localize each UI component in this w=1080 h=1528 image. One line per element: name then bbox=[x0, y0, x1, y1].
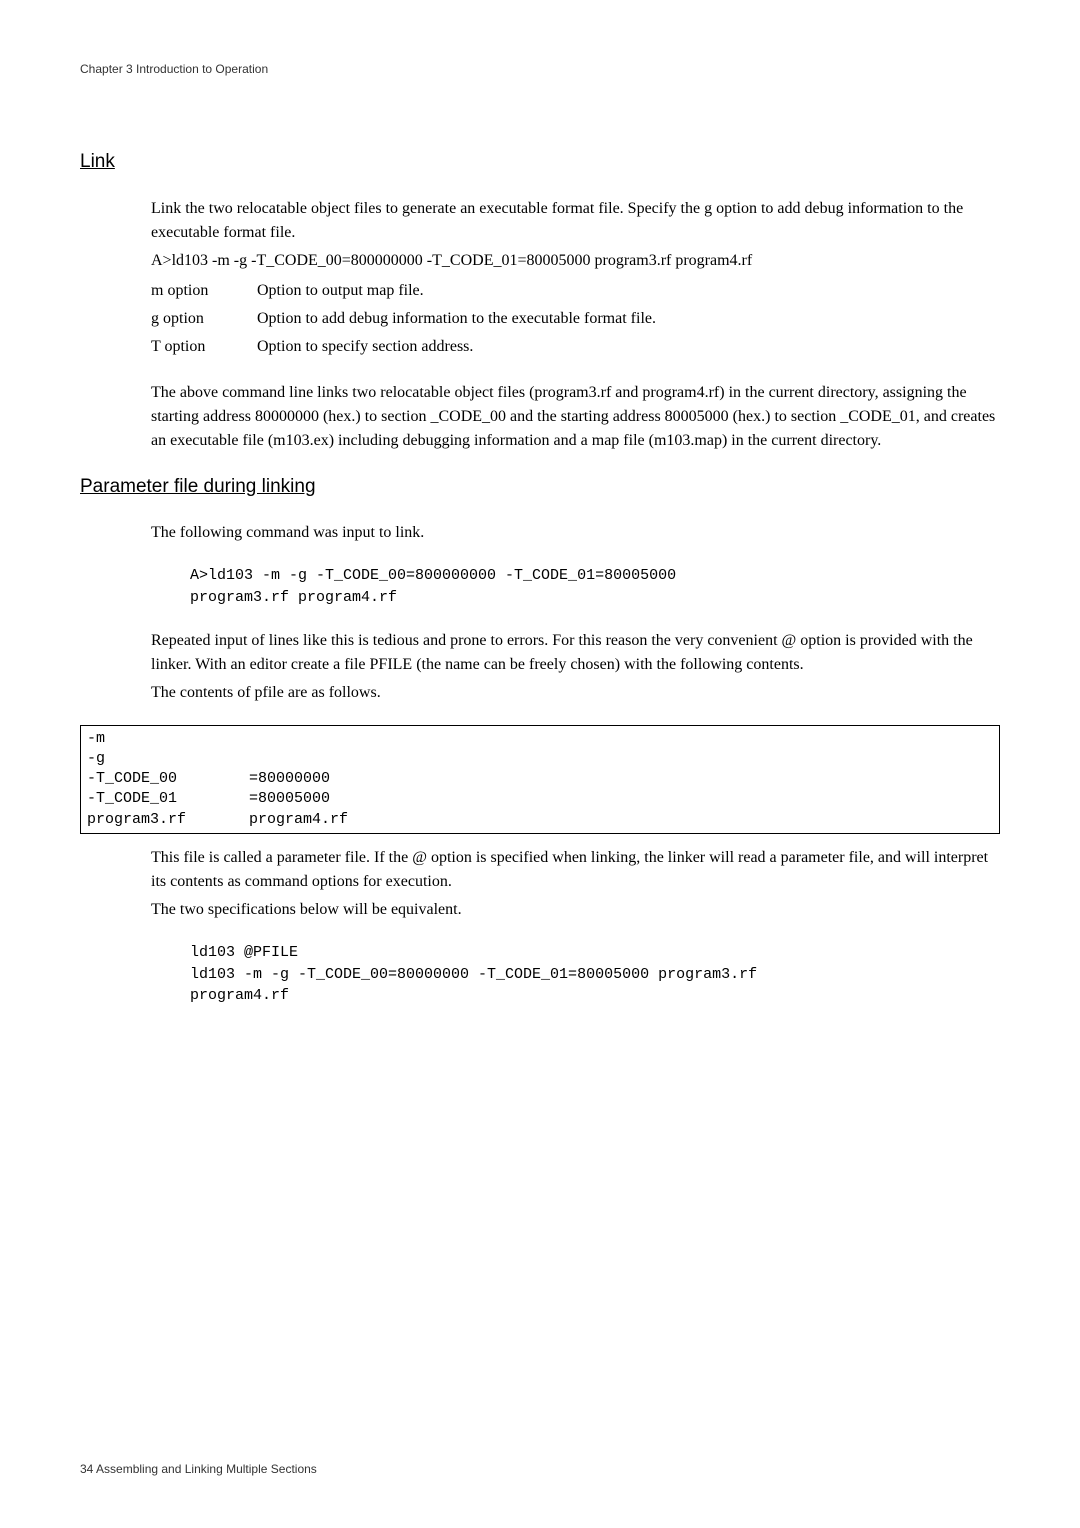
link-intro-block: Link the two relocatable object files to… bbox=[151, 197, 1000, 361]
option-g-name: g option bbox=[151, 305, 257, 333]
link-command-text: A>ld103 -m -g -T_CODE_00=800000000 -T_CO… bbox=[151, 249, 1000, 273]
link-section-title: Link bbox=[80, 148, 1000, 177]
link-intro-text: Link the two relocatable object files to… bbox=[151, 197, 1000, 245]
pfile-contents-box: -m -g -T_CODE_00 =80000000 -T_CODE_01 =8… bbox=[80, 725, 1000, 834]
paramfile-section-title: Parameter file during linking bbox=[80, 473, 1000, 502]
pf-para3: The contents of pfile are as follows. bbox=[151, 681, 1000, 705]
option-row-t: T option Option to specify section addre… bbox=[151, 333, 656, 361]
link-explanation: The above command line links two relocat… bbox=[151, 381, 1000, 453]
option-m-name: m option bbox=[151, 277, 257, 305]
pf-intro: The following command was input to link. bbox=[151, 521, 1000, 545]
option-g-desc: Option to add debug information to the e… bbox=[257, 305, 656, 333]
page-header: Chapter 3 Introduction to Operation bbox=[80, 60, 1000, 78]
option-row-m: m option Option to output map file. bbox=[151, 277, 656, 305]
option-t-desc: Option to specify section address. bbox=[257, 333, 656, 361]
pf-code-block-1: A>ld103 -m -g -T_CODE_00=800000000 -T_CO… bbox=[190, 565, 1000, 609]
page-footer: 34 Assembling and Linking Multiple Secti… bbox=[80, 1460, 317, 1478]
pf-para2: Repeated input of lines like this is ted… bbox=[151, 629, 1000, 677]
pf-para4: This file is called a parameter file. If… bbox=[151, 846, 1000, 894]
option-m-desc: Option to output map file. bbox=[257, 277, 656, 305]
option-t-name: T option bbox=[151, 333, 257, 361]
pf-para5: The two specifications below will be equ… bbox=[151, 898, 1000, 922]
pf-code-block-2: ld103 @PFILE ld103 -m -g -T_CODE_00=8000… bbox=[190, 942, 1000, 1007]
option-row-g: g option Option to add debug information… bbox=[151, 305, 656, 333]
option-table: m option Option to output map file. g op… bbox=[151, 277, 656, 361]
